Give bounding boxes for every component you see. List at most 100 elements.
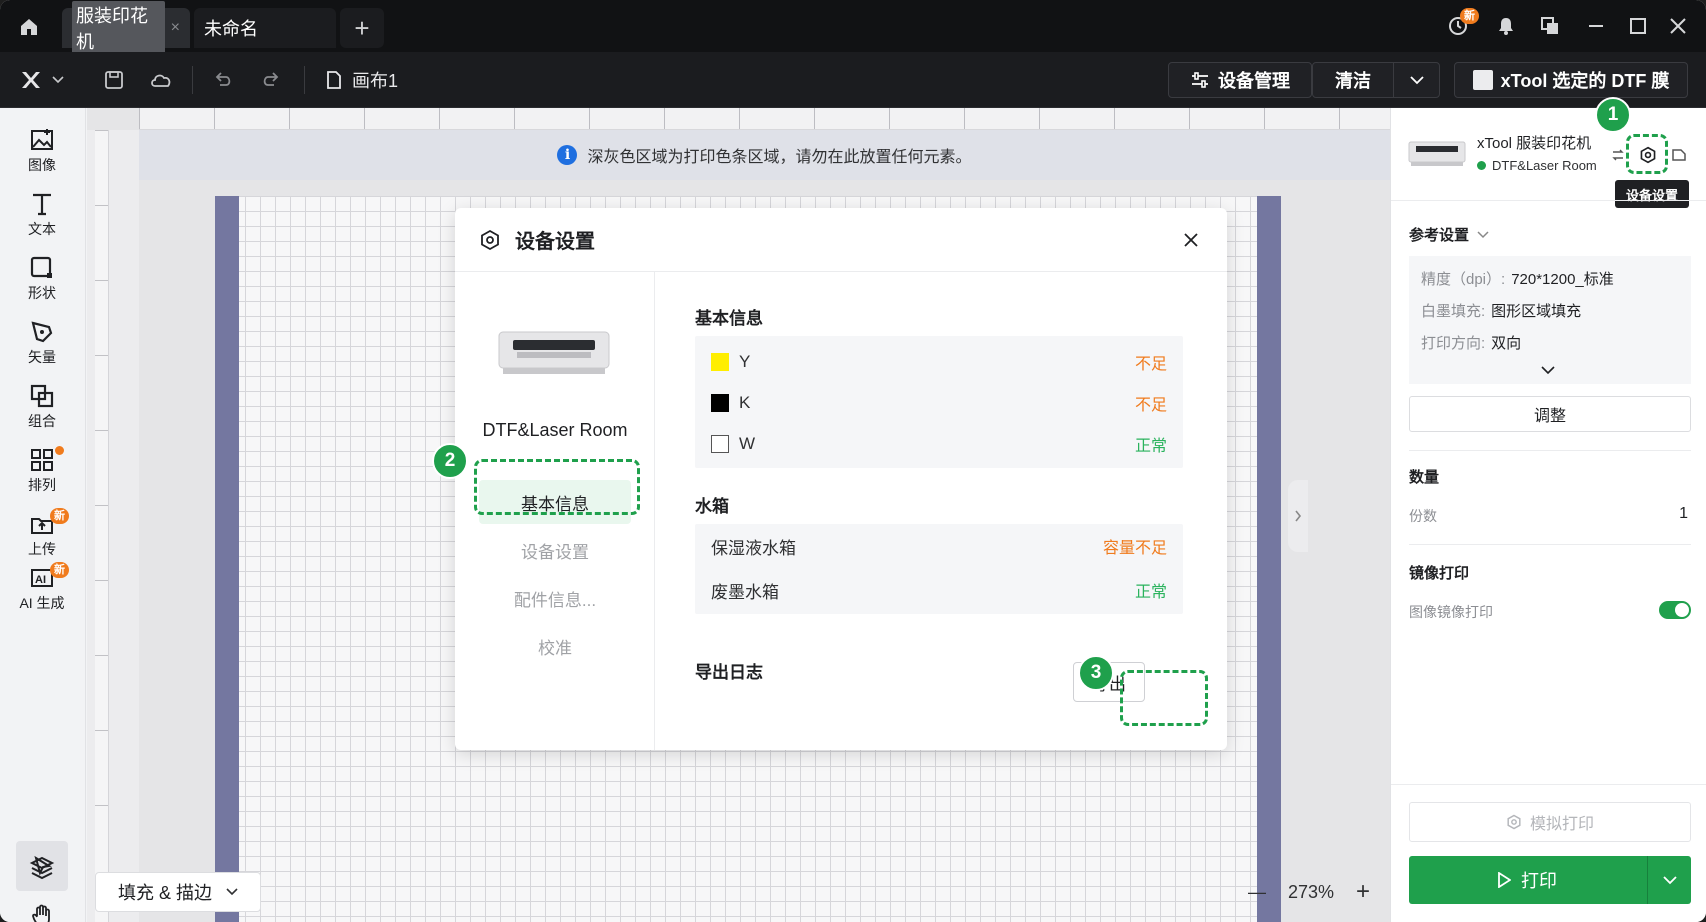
grid-icon xyxy=(31,449,53,471)
ref-settings-header[interactable]: 参考设置 xyxy=(1409,224,1489,245)
tank-status: 正常 xyxy=(1134,584,1167,601)
maximize-icon[interactable] xyxy=(1622,10,1654,42)
canvas-name-label: 画布1 xyxy=(352,71,399,91)
material-button[interactable]: xTool 选定的 DTF 膜 xyxy=(1454,62,1688,98)
minimize-icon[interactable] xyxy=(1580,10,1612,42)
home-icon[interactable] xyxy=(14,12,44,42)
ref-settings-box: 精度（dpi）: 720*1200_标准 白墨填充: 图形区域填充 打印方向: 双向 xyxy=(1409,256,1691,384)
nav-calibration[interactable]: 校准 xyxy=(479,624,631,668)
tool-text[interactable]: 文本 xyxy=(0,186,84,244)
print-dropdown-button[interactable] xyxy=(1647,856,1691,904)
zoom-in-button[interactable]: + xyxy=(1356,878,1370,906)
tool-label: 排列 xyxy=(28,477,56,493)
tab-garment-printer[interactable]: 服装印花机 × xyxy=(62,1,190,55)
hand-tool[interactable] xyxy=(0,896,84,922)
tool-arrange[interactable]: 排列 xyxy=(0,442,84,500)
tool-shape[interactable]: 形状 xyxy=(0,250,84,308)
device-manage-button[interactable]: 设备管理 xyxy=(1168,62,1312,98)
tank-name: 保湿液水箱 xyxy=(711,538,796,558)
device-title: xTool 服装印花机 xyxy=(1477,135,1592,152)
file-icon xyxy=(327,71,341,89)
color-bar-right xyxy=(1257,196,1281,922)
dialog-header: 设备设置 xyxy=(455,208,1227,272)
material-swatch-icon xyxy=(1472,70,1493,90)
zoom-out-button[interactable]: — xyxy=(1248,882,1266,903)
layers-icon xyxy=(29,856,55,880)
info-icon: i xyxy=(557,145,578,165)
layers-tool[interactable] xyxy=(0,848,84,888)
printer-thumbnail xyxy=(1408,141,1466,166)
svg-text:AI: AI xyxy=(35,574,46,586)
ink-row-w: W 正常 xyxy=(711,430,1167,458)
horizontal-ruler[interactable] xyxy=(139,108,1390,130)
ink-status: 不足 xyxy=(1134,397,1167,414)
notification-dot xyxy=(55,446,64,455)
tool-vector[interactable]: 矢量 xyxy=(0,314,84,372)
copies-value[interactable]: 1 xyxy=(1679,505,1688,523)
gear-icon xyxy=(481,229,499,250)
ink-swatch xyxy=(711,353,729,371)
tool-label: 矢量 xyxy=(28,349,56,365)
nav-device-settings[interactable]: 设备设置 xyxy=(479,528,631,572)
panel-collapse-tab[interactable] xyxy=(1288,480,1308,552)
clean-dropdown-button[interactable] xyxy=(1393,63,1439,97)
device-status-label: DTF&Laser Room xyxy=(1492,158,1597,173)
divider xyxy=(1409,544,1691,545)
chevron-down-icon xyxy=(52,76,64,84)
sliders-icon xyxy=(1192,72,1208,88)
callout-2: 2 xyxy=(432,443,468,479)
tank-status: 容量不足 xyxy=(1102,540,1167,557)
adjust-button[interactable]: 调整 xyxy=(1409,396,1691,432)
vertical-ruler[interactable] xyxy=(87,130,139,922)
close-window-icon[interactable] xyxy=(1662,10,1694,42)
simulate-print-label: 模拟打印 xyxy=(1529,816,1594,833)
tab-untitled[interactable]: 未命名 xyxy=(194,8,336,48)
expand-chevron-icon[interactable] xyxy=(1541,362,1555,380)
group-icon xyxy=(30,384,54,408)
new-badge: 新 xyxy=(1460,8,1479,24)
ink-name: Y xyxy=(739,352,751,371)
cloud-sync-icon[interactable] xyxy=(146,66,176,94)
device-info-icon[interactable] xyxy=(1671,146,1691,166)
ink-swatch xyxy=(711,435,729,453)
update-icon[interactable]: 新 xyxy=(1442,8,1479,42)
windows-icon[interactable] xyxy=(1534,10,1566,42)
canvas-name[interactable]: 画布1 xyxy=(326,66,398,94)
tool-group[interactable]: 组合 xyxy=(0,378,84,436)
printer-image xyxy=(498,331,610,374)
chevron-down-icon xyxy=(1662,875,1677,884)
save-icon[interactable] xyxy=(100,66,128,94)
new-tab-button[interactable]: + xyxy=(340,8,384,48)
callout-box-3 xyxy=(1120,670,1208,726)
mirror-toggle[interactable] xyxy=(1659,601,1691,619)
print-button-group: 打印 xyxy=(1409,856,1691,904)
tool-image[interactable]: 图像 xyxy=(0,122,84,180)
app-window: 服装印花机 × 未命名 + 新 画布1 设备管理 清洁 xTool 选定的 DT… xyxy=(0,0,1706,922)
nav-accessory-info[interactable]: 配件信息... xyxy=(479,576,631,620)
tab-close-icon[interactable]: × xyxy=(171,19,180,37)
material-label: xTool 选定的 DTF 膜 xyxy=(1500,71,1670,91)
right-panel: xTool 服装印花机 DTF&Laser Room 设备设置 参考设置 精度（… xyxy=(1390,108,1706,922)
tool-label: 形状 xyxy=(28,285,56,301)
hand-icon xyxy=(32,904,50,922)
print-button[interactable]: 打印 xyxy=(1409,856,1645,904)
undo-icon[interactable] xyxy=(208,66,238,94)
tab-label: 未命名 xyxy=(204,19,258,39)
redo-icon[interactable] xyxy=(256,66,286,94)
bell-icon[interactable] xyxy=(1490,10,1522,42)
direction-value: 双向 xyxy=(1491,335,1522,352)
xtool-menu-button[interactable] xyxy=(14,66,70,94)
close-icon[interactable] xyxy=(1179,228,1203,252)
clean-button[interactable]: 清洁 xyxy=(1313,63,1393,97)
clean-button-group: 清洁 xyxy=(1312,62,1440,98)
simulate-print-button[interactable]: 模拟打印 xyxy=(1409,802,1691,842)
tool-ai-generate[interactable]: AI AI 生成 新 xyxy=(0,560,84,618)
new-badge: 新 xyxy=(50,562,69,578)
export-log-title: 导出日志 xyxy=(695,663,763,682)
image-icon xyxy=(31,129,53,150)
fill-stroke-button[interactable]: 填充 & 描边 xyxy=(95,872,261,912)
white-ink-value: 图形区域填充 xyxy=(1491,303,1582,320)
toolbar-divider xyxy=(192,66,193,94)
tool-label: 上传 xyxy=(28,541,56,557)
tool-upload[interactable]: 上传 新 xyxy=(0,506,84,564)
